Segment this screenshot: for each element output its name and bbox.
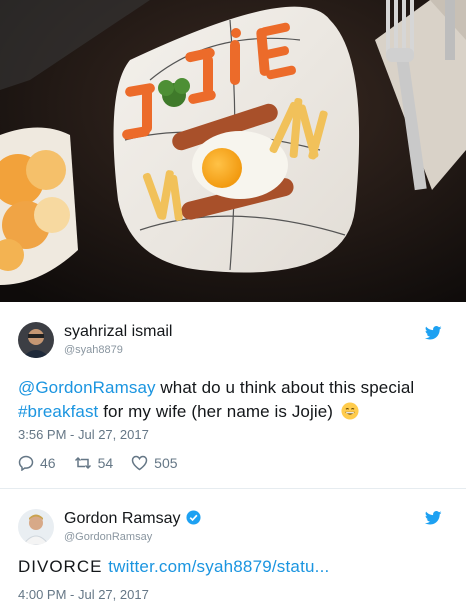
tweet-syahrizal[interactable]: syahrizal ismail @syah8879 @GordonRamsay…	[0, 302, 466, 489]
tweet-text-plain: DIVORCE	[18, 557, 109, 576]
tweet-text-part2: for my wife (her name is Jojie)	[98, 402, 334, 421]
breakfast-photo[interactable]	[0, 0, 466, 302]
retweet-action[interactable]: 54	[74, 455, 114, 471]
twitter-bird-icon[interactable]	[425, 326, 442, 340]
heart-icon	[131, 455, 148, 471]
tweet-text-part1: what do u think about this special	[155, 378, 415, 397]
reply-action[interactable]: 46	[18, 455, 56, 471]
avatar[interactable]	[18, 322, 54, 358]
tweet-text: @GordonRamsay what do u think about this…	[18, 376, 458, 424]
mention-link[interactable]: @GordonRamsay	[18, 378, 156, 397]
author-block: Gordon Ramsay @GordonRamsay	[64, 509, 201, 544]
breakfast-plate-illustration	[0, 0, 466, 302]
retweet-count: 54	[97, 455, 114, 471]
author-name[interactable]: Gordon Ramsay	[64, 509, 181, 529]
tweet-timestamp[interactable]: 4:00 PM - Jul 27, 2017	[18, 587, 149, 602]
tweet-gordon-ramsay[interactable]: Gordon Ramsay @GordonRamsay DIVORCE twit…	[0, 489, 466, 613]
user-avatar-icon	[18, 509, 54, 545]
author-handle[interactable]: @GordonRamsay	[64, 530, 201, 544]
author-name[interactable]: syahrizal ismail	[64, 322, 172, 342]
reply-count: 46	[40, 455, 56, 471]
like-count: 505	[154, 455, 178, 471]
retweet-icon	[74, 456, 91, 470]
avatar[interactable]	[18, 509, 54, 545]
tweet-timestamp[interactable]: 3:56 PM - Jul 27, 2017	[18, 427, 149, 442]
status-link[interactable]: twitter.com/syah8879/statu...	[108, 557, 329, 576]
verified-badge-icon	[185, 510, 201, 525]
author-block: syahrizal ismail @syah8879	[64, 322, 172, 357]
author-handle[interactable]: @syah8879	[64, 343, 172, 357]
tweet-actions: 46 54 505	[18, 453, 196, 473]
reply-icon	[18, 455, 34, 471]
tweet-text: DIVORCE twitter.com/syah8879/statu...	[18, 555, 458, 579]
twitter-bird-icon[interactable]	[425, 511, 442, 525]
user-avatar-icon	[18, 322, 54, 358]
grinning-face-emoji-icon	[341, 402, 359, 420]
hashtag-link[interactable]: #breakfast	[18, 402, 98, 421]
like-action[interactable]: 505	[131, 455, 178, 471]
